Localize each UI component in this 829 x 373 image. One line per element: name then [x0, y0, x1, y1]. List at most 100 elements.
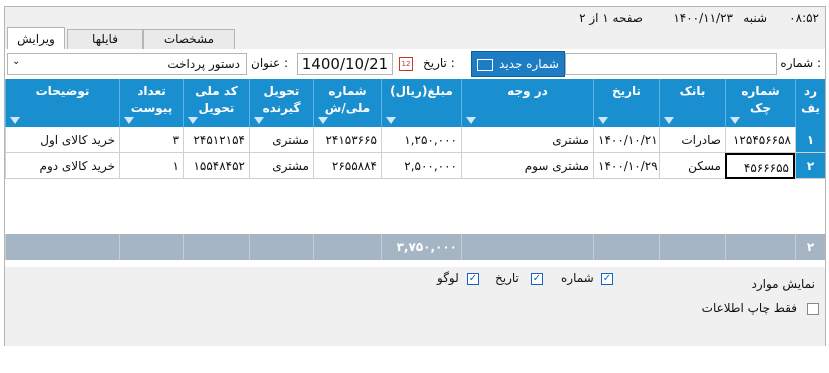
logo-option-label: لوگو: [437, 271, 459, 285]
col-header-date[interactable]: تاریخ: [593, 79, 659, 127]
filter-icon[interactable]: [254, 117, 264, 124]
tab-specs[interactable]: مشخصات: [143, 29, 235, 49]
col-header-attachments[interactable]: تعداد پیوست: [119, 79, 183, 127]
col-header-bank[interactable]: بانک: [659, 79, 725, 127]
cell-bank[interactable]: صادرات: [659, 127, 725, 153]
number-option-label: شماره: [561, 271, 594, 285]
tab-edit[interactable]: ویرایش: [7, 27, 65, 50]
checks-grid: رد یف شماره چک بانک تاریخ در وجه مبلغ(ری…: [5, 79, 825, 267]
cell-attachments[interactable]: ۳: [119, 127, 183, 153]
number-label: شماره :: [780, 56, 821, 70]
footer-cell: [183, 234, 249, 260]
footer-amount-total: ۳,۷۵۰,۰۰۰: [381, 234, 461, 260]
form-row: شماره : شماره جدید تاریخ : 12 1400/10/21…: [5, 49, 825, 79]
col-header-row[interactable]: رد یف: [795, 79, 825, 127]
cell-attachments[interactable]: ۱: [119, 153, 183, 179]
col-header-attachments-label: تعداد پیوست: [130, 84, 173, 115]
footer-cell: [5, 234, 119, 260]
cell-in-favor[interactable]: مشتری: [461, 127, 593, 153]
col-header-in-favor[interactable]: در وجه: [461, 79, 593, 127]
footer-row-count: ۲: [795, 234, 825, 260]
cell-check-no-selected[interactable]: ۴۵۶۶۶۵۵: [725, 153, 795, 179]
number-checkbox[interactable]: ✓: [601, 273, 613, 285]
cell-description[interactable]: خرید کالای دوم: [5, 153, 119, 179]
torn-edge-top: [0, 0, 829, 6]
col-header-amount[interactable]: مبلغ(ریال): [381, 79, 461, 127]
list-icon: [477, 58, 494, 71]
row-number[interactable]: ۱: [795, 127, 825, 153]
grid-footer-row: ۲ ۳,۷۵۰,۰۰۰: [5, 234, 825, 260]
filter-icon[interactable]: [124, 117, 134, 124]
filter-icon[interactable]: [730, 117, 740, 124]
date-field[interactable]: 1400/10/21: [297, 53, 393, 75]
footer-cell: [119, 234, 183, 260]
cell-amount[interactable]: ۲,۵۰۰,۰۰۰: [381, 153, 461, 179]
cell-receiver[interactable]: مشتری: [249, 127, 313, 153]
torn-edge-bottom: [0, 346, 829, 373]
filter-icon[interactable]: [318, 117, 328, 124]
logo-checkbox[interactable]: ✓: [467, 273, 479, 285]
cell-check-no[interactable]: ۱۲۵۴۵۶۶۵۸: [725, 127, 795, 153]
cell-date[interactable]: ۱۴۰۰/۱۰/۲۹: [593, 153, 659, 179]
filter-icon[interactable]: [598, 117, 608, 124]
time-display: ۰۸:۵۲: [789, 11, 819, 25]
info-bar: ۰۸:۵۲ شنبه ۱۴۰۰/۱۱/۲۳ صفحه ۱ از ۲: [5, 7, 825, 29]
cell-bank[interactable]: مسکن: [659, 153, 725, 179]
col-header-description[interactable]: توضیحات: [5, 79, 119, 127]
filter-icon[interactable]: [10, 117, 20, 124]
cell-receiver[interactable]: مشتری: [249, 153, 313, 179]
col-header-deliverer-id-label: کد ملی تحویل: [195, 84, 238, 115]
tab-files[interactable]: فایلها: [67, 29, 143, 49]
cell-deliverer-id[interactable]: ۲۴۵۱۲۱۵۴: [183, 127, 249, 153]
print-info-only-label: فقط چاپ اطلاعات: [701, 301, 797, 315]
filter-icon[interactable]: [188, 117, 198, 124]
footer-cell: [249, 234, 313, 260]
col-header-date-label: تاریخ: [611, 84, 642, 98]
date-checkbox[interactable]: ✓: [531, 273, 543, 285]
page-indicator: صفحه ۱ از ۲: [579, 11, 643, 25]
col-header-receiver[interactable]: تحویل گیرنده: [249, 79, 313, 127]
tab-bar: ویرایش فایلها مشخصات: [5, 27, 825, 50]
print-info-only-checkbox[interactable]: [807, 303, 819, 315]
date-display: ۱۴۰۰/۱۱/۲۳: [673, 11, 733, 25]
col-header-national-id-label: شماره ملی/ش: [324, 84, 371, 115]
cell-in-favor[interactable]: مشتری سوم: [461, 153, 593, 179]
new-number-button[interactable]: شماره جدید: [471, 51, 565, 77]
col-header-check-no-label: شماره چک: [741, 84, 780, 115]
title-value: دستور پرداخت: [167, 57, 240, 71]
date-label: تاریخ :: [423, 56, 455, 70]
title-label: عنوان :: [251, 56, 288, 70]
footer-cell: [659, 234, 725, 260]
col-header-amount-label: مبلغ(ریال): [390, 84, 453, 98]
number-field[interactable]: [565, 53, 777, 75]
filter-icon[interactable]: [466, 117, 476, 124]
cell-deliverer-id[interactable]: ۱۵۵۴۸۴۵۲: [183, 153, 249, 179]
col-header-receiver-label: تحویل گیرنده: [262, 84, 301, 115]
date-option-label: تاریخ: [495, 271, 519, 285]
cell-national-id[interactable]: ۲۴۱۵۳۶۶۵: [313, 127, 381, 153]
cell-national-id[interactable]: ۲۶۵۵۸۸۴: [313, 153, 381, 179]
chevron-down-icon[interactable]: ⌄: [12, 56, 20, 67]
footer-cell: [593, 234, 659, 260]
col-header-bank-label: بانک: [679, 84, 706, 98]
cell-amount[interactable]: ۱,۲۵۰,۰۰۰: [381, 127, 461, 153]
col-header-deliverer-id[interactable]: کد ملی تحویل: [183, 79, 249, 127]
footer-cell: [725, 234, 795, 260]
footer-cell: [461, 234, 593, 260]
row-number[interactable]: ۲: [795, 153, 825, 179]
col-header-national-id[interactable]: شماره ملی/ش: [313, 79, 381, 127]
new-number-label: شماره جدید: [499, 57, 559, 71]
cell-date[interactable]: ۱۴۰۰/۱۰/۲۱: [593, 127, 659, 153]
show-items-label: نمایش موارد: [751, 277, 816, 291]
col-header-check-no[interactable]: شماره چک: [725, 79, 795, 127]
filter-icon[interactable]: [664, 117, 674, 124]
cell-description[interactable]: خرید کالای اول: [5, 127, 119, 153]
payment-order-window: ۰۸:۵۲ شنبه ۱۴۰۰/۱۱/۲۳ صفحه ۱ از ۲ ویرایش…: [4, 6, 826, 368]
calendar-icon[interactable]: 12: [399, 57, 413, 71]
col-header-row-label: رد یف: [801, 84, 820, 115]
filter-icon[interactable]: [386, 117, 396, 124]
footer-cell: [313, 234, 381, 260]
weekday-display: شنبه: [743, 11, 767, 25]
title-select[interactable]: ⌄ دستور پرداخت: [7, 53, 247, 75]
col-header-description-label: توضیحات: [35, 84, 90, 98]
